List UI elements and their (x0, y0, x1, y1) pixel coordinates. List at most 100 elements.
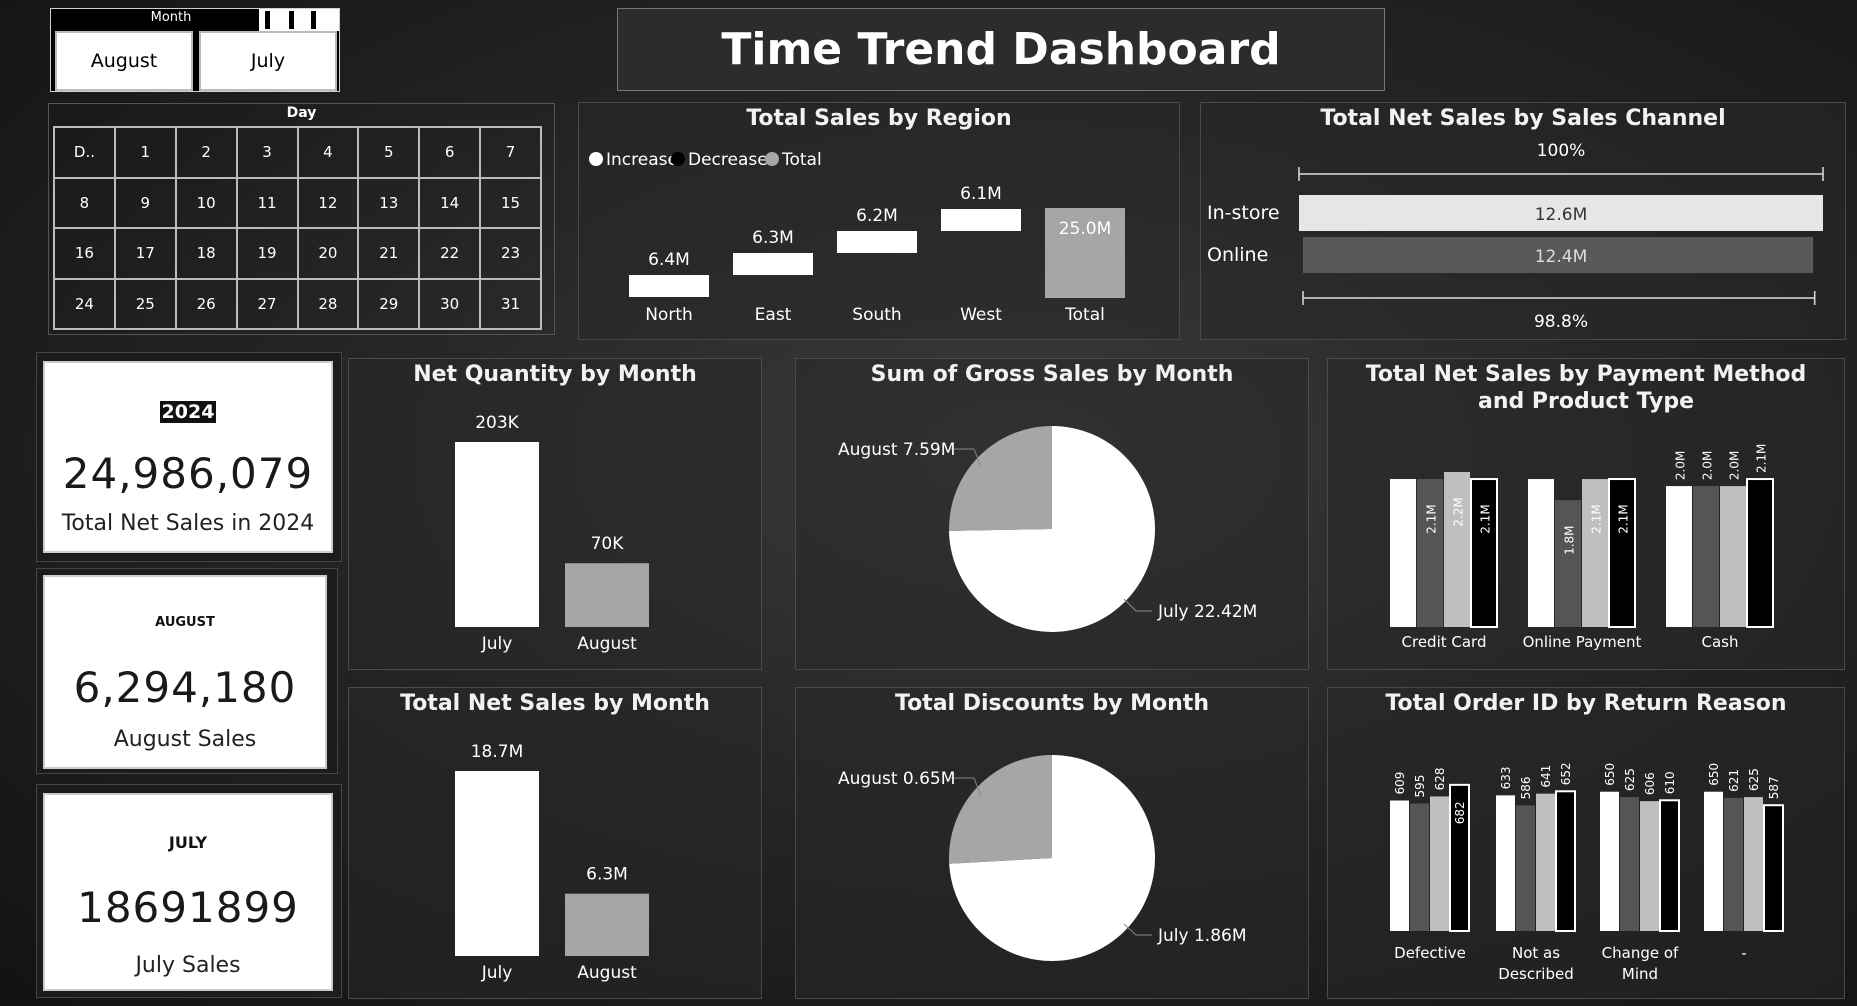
returns-label-1-0: 633 (1499, 766, 1513, 789)
day-option-9[interactable]: 9 (114, 177, 176, 228)
returns-panel: Total Order ID by Return Reason 609 595 62… (1327, 687, 1845, 999)
day-option-26[interactable]: 26 (175, 278, 237, 329)
returns-label-3-3: 587 (1767, 776, 1781, 799)
net-sales-month-panel: Total Net Sales by Month 18.7M July 6.3M Au… (348, 687, 762, 999)
net-quantity-bar-july (455, 442, 539, 627)
returns-category-2-1: Mind (1622, 965, 1658, 983)
day-option-27[interactable]: 27 (236, 278, 298, 329)
day-option-17[interactable]: 17 (114, 228, 176, 279)
payment-bar-1-3 (1608, 478, 1636, 628)
day-option-4[interactable]: 4 (297, 127, 359, 178)
day-option-6[interactable]: 6 (419, 127, 481, 178)
day-option-19[interactable]: 19 (236, 228, 298, 279)
payment-category-2: Cash (1702, 633, 1739, 651)
region-panel: Total Sales by Region Increase Decrease To… (578, 102, 1180, 340)
day-option-31[interactable]: 31 (480, 278, 541, 329)
waterfall-category-south: South (852, 305, 901, 325)
day-slicer-header: Day (286, 105, 317, 121)
discounts-slice-august (949, 755, 1052, 864)
payment-bar-0-0 (1390, 479, 1416, 627)
day-option-16[interactable]: 16 (54, 228, 115, 279)
month-slicer-header: Month (150, 10, 192, 25)
kpi-august-tag: AUGUST (155, 615, 215, 630)
day-option-30[interactable]: 30 (419, 278, 481, 329)
day-option-all[interactable]: D.. (54, 127, 115, 178)
channel-percent-top: 100% (1537, 141, 1586, 161)
net-sales-month-chart: 18.7M July 6.3M August (455, 742, 649, 983)
day-option-5[interactable]: 5 (358, 127, 420, 178)
gross-sales-slice-august (949, 426, 1052, 531)
day-option-15[interactable]: 15 (480, 177, 541, 228)
day-option-29[interactable]: 29 (358, 278, 420, 329)
slicer-toggle-icon[interactable] (259, 9, 339, 31)
day-option-8[interactable]: 8 (54, 177, 115, 228)
day-option-2[interactable]: 2 (175, 127, 237, 178)
day-option-23[interactable]: 23 (480, 228, 541, 279)
waterfall-category-west: West (960, 305, 1002, 325)
day-option-12[interactable]: 12 (297, 177, 359, 228)
day-option-18[interactable]: 18 (175, 228, 237, 279)
kpi-year-label: Total Net Sales in 2024 (61, 511, 315, 536)
month-option-july[interactable]: July (199, 31, 337, 91)
kpi-july-card: JULY 18691899 July Sales (43, 793, 333, 991)
net-quantity-label-july: 203K (475, 413, 519, 433)
channel-label-online: 12.4M (1535, 247, 1588, 267)
legend-label-increase: Increase (606, 150, 678, 170)
returns-bar-3-0 (1704, 791, 1723, 931)
day-option-22[interactable]: 22 (419, 228, 481, 279)
payment-bar-2-2 (1720, 486, 1746, 627)
waterfall-bar-west (941, 209, 1021, 231)
day-option-21[interactable]: 21 (358, 228, 420, 279)
day-option-24[interactable]: 24 (54, 278, 115, 329)
payment-bar-2-1 (1693, 486, 1719, 627)
payment-label-0-3: 2.1M (1479, 504, 1493, 533)
returns-bar-1-2 (1536, 793, 1555, 931)
day-option-7[interactable]: 7 (480, 127, 541, 178)
returns-label-0-2: 628 (1433, 768, 1447, 791)
discounts-label-august: August 0.65M (838, 769, 955, 789)
payment-bar-0-1 (1417, 479, 1443, 627)
day-option-11[interactable]: 11 (236, 177, 298, 228)
channel-chart: 100% In-store 12.6M Online 12.4M 98.8% (1207, 141, 1824, 332)
returns-category-3-0: - (1741, 944, 1746, 962)
legend-marker-decrease (671, 152, 685, 166)
net-sales-month-bar-august (565, 893, 649, 956)
waterfall-bar-north (629, 275, 709, 297)
returns-label-3-1: 621 (1727, 769, 1741, 792)
day-option-1[interactable]: 1 (114, 127, 176, 178)
returns-category-1-1: Described (1498, 965, 1573, 983)
day-option-25[interactable]: 25 (114, 278, 176, 329)
day-option-14[interactable]: 14 (419, 177, 481, 228)
discounts-chart: August 0.65M July 1.86M (838, 755, 1247, 961)
payment-category-0: Credit Card (1402, 633, 1487, 651)
gross-sales-leader-july (1123, 598, 1152, 612)
kpi-july-value: 18691899 (77, 883, 299, 932)
day-option-20[interactable]: 20 (297, 228, 359, 279)
day-option-10[interactable]: 10 (175, 177, 237, 228)
waterfall-label-west: 6.1M (960, 184, 1002, 204)
payment-bar-0-3 (1470, 478, 1498, 628)
payment-label-2-1: 2.0M (1701, 451, 1715, 480)
payment-bar-1-1 (1555, 500, 1581, 627)
legend-label-decrease: Decrease (688, 150, 768, 170)
returns-bar-1-3 (1555, 790, 1576, 932)
returns-bar-3-2 (1744, 797, 1763, 931)
day-option-13[interactable]: 13 (358, 177, 420, 228)
kpi-august-frame: AUGUST 6,294,180 August Sales (36, 568, 338, 774)
returns-bar-2-1 (1620, 797, 1639, 931)
waterfall-label-north: 6.4M (648, 250, 690, 270)
payment-label-0-1: 2.1M (1425, 504, 1439, 533)
payment-bar-1-0 (1528, 479, 1554, 627)
payment-label-2-2: 2.0M (1728, 451, 1742, 480)
day-option-28[interactable]: 28 (297, 278, 359, 329)
gross-sales-label-august: August 7.59M (838, 440, 955, 460)
returns-bar-3-3 (1763, 804, 1784, 932)
kpi-august-card: AUGUST 6,294,180 August Sales (43, 575, 327, 769)
day-option-3[interactable]: 3 (236, 127, 298, 178)
discounts-label-july: July 1.86M (1157, 926, 1247, 946)
returns-bar-2-0 (1600, 791, 1619, 931)
waterfall-category-total: Total (1064, 305, 1105, 325)
month-option-august[interactable]: August (55, 31, 193, 91)
returns-label-2-1: 625 (1623, 768, 1637, 791)
channel-category-online: Online (1207, 244, 1268, 266)
